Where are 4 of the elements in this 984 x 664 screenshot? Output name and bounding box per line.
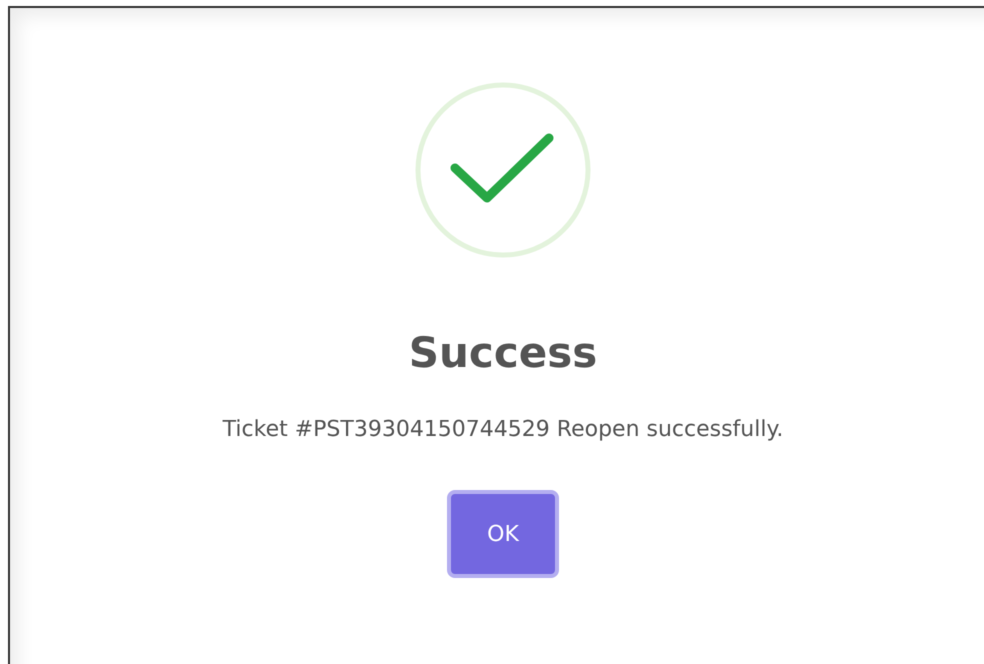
dialog-message: Ticket #PST39304150744529 Reopen successfully. — [222, 417, 784, 442]
ok-button[interactable]: OK — [447, 490, 559, 578]
dialog-title: Success — [408, 328, 598, 377]
checkmark-icon — [413, 80, 593, 260]
